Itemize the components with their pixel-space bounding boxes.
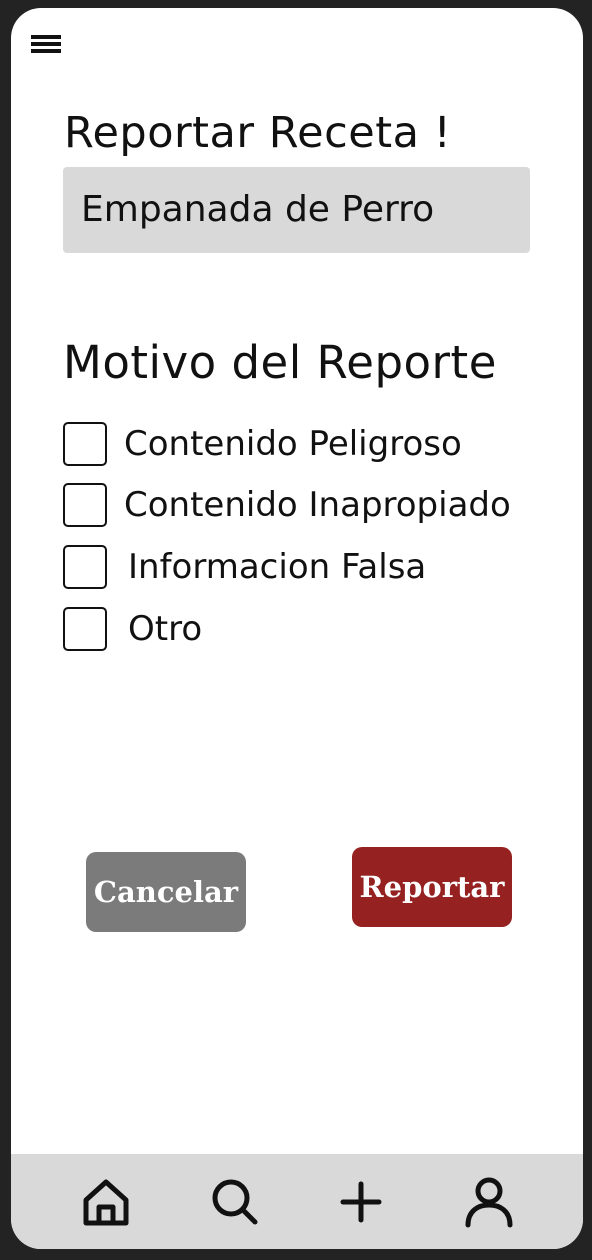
home-icon[interactable] [80, 1176, 132, 1228]
reason-section-title: Motivo del Reporte [63, 336, 497, 389]
option-label: Informacion Falsa [128, 547, 427, 587]
option-otro[interactable]: Otro [63, 605, 202, 653]
cancel-button[interactable]: Cancelar [86, 852, 246, 932]
checkbox[interactable] [63, 422, 107, 466]
checkbox[interactable] [63, 545, 107, 589]
recipe-name-field: Empanada de Perro [63, 167, 530, 253]
phone-screen: Reportar Receta ! Empanada de Perro Moti… [11, 8, 583, 1249]
option-label: Otro [128, 609, 203, 649]
option-label: Contenido Inapropiado [124, 485, 511, 525]
option-contenido-inapropiado[interactable]: Contenido Inapropiado [63, 481, 511, 529]
page-title: Reportar Receta ! [64, 108, 452, 158]
report-button[interactable]: Reportar [352, 847, 512, 927]
checkbox[interactable] [63, 607, 107, 651]
option-informacion-falsa[interactable]: Informacion Falsa [63, 543, 426, 591]
bottom-navigation [11, 1154, 583, 1249]
option-label: Contenido Peligroso [124, 424, 462, 464]
user-icon[interactable] [463, 1176, 515, 1228]
checkbox[interactable] [63, 483, 107, 527]
plus-icon[interactable] [335, 1176, 387, 1228]
option-contenido-peligroso[interactable]: Contenido Peligroso [63, 420, 462, 468]
hamburger-menu-icon[interactable] [31, 35, 61, 55]
search-icon[interactable] [208, 1176, 260, 1228]
